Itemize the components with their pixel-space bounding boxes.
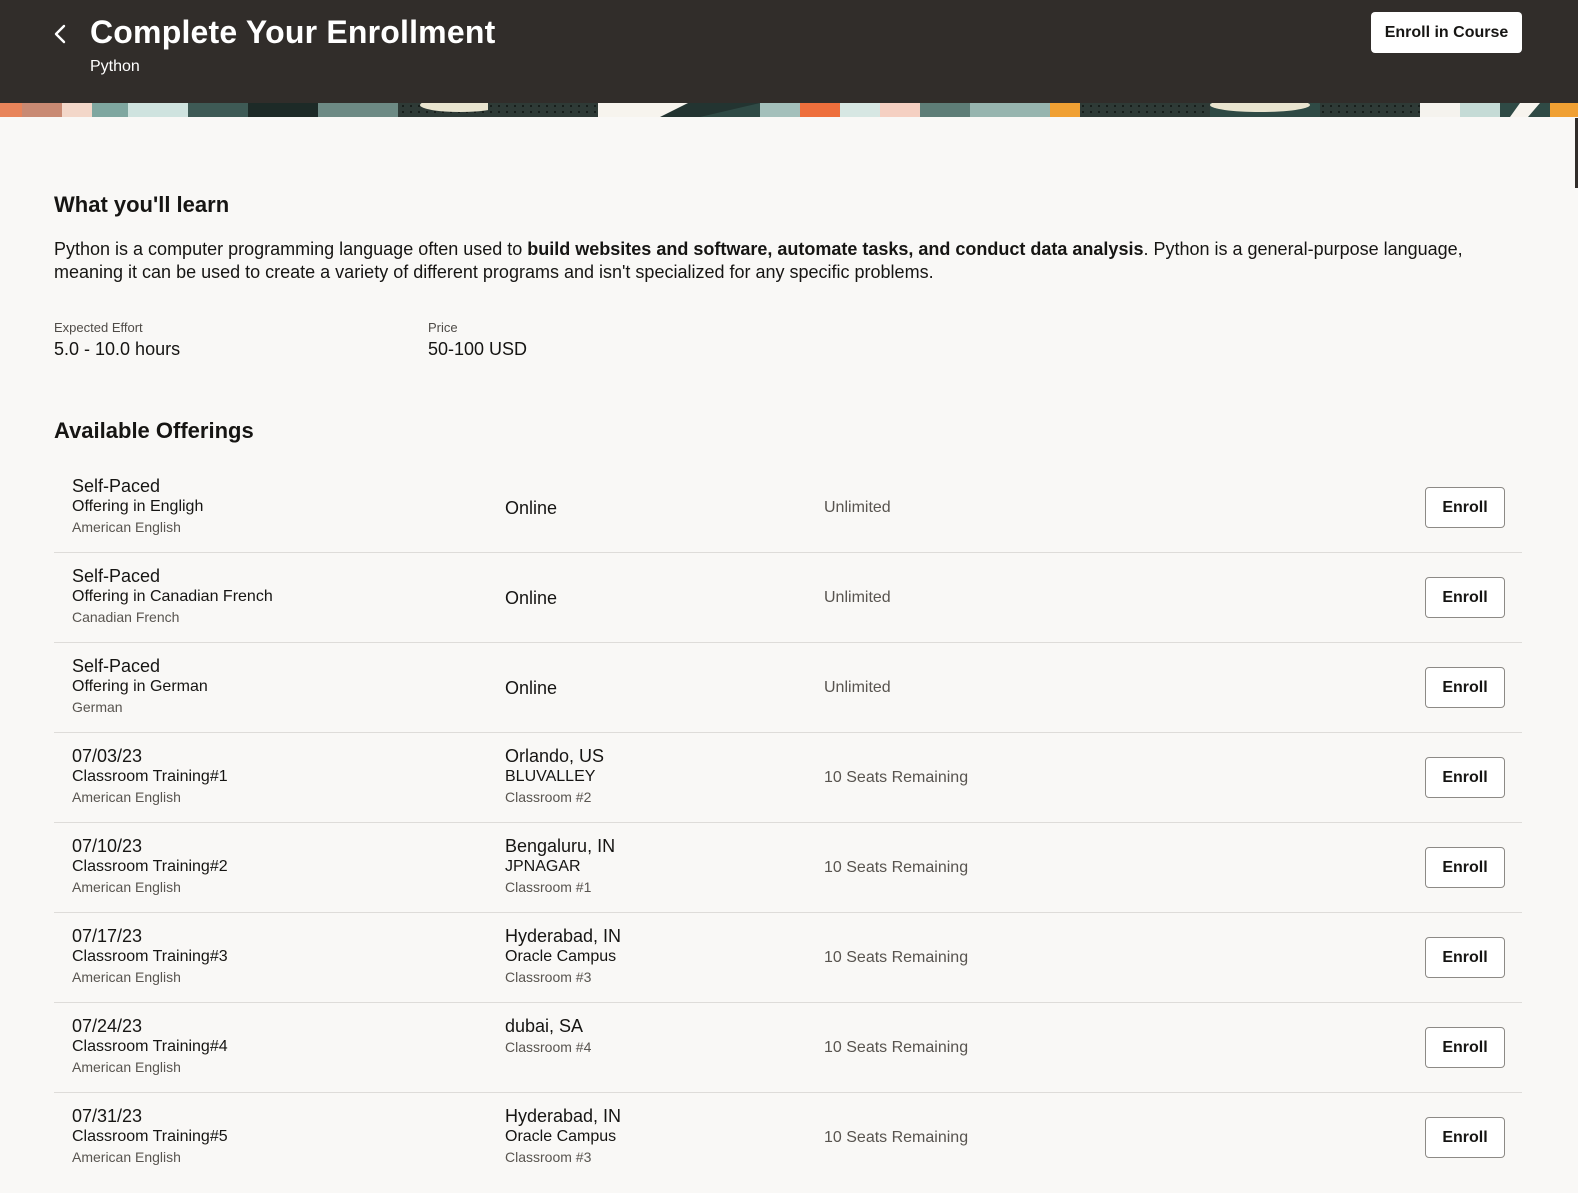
- page-title: Complete Your Enrollment: [90, 14, 496, 50]
- location-room: Classroom #3: [505, 1149, 592, 1165]
- chevron-left-icon: [54, 24, 66, 44]
- offering-location: Online: [505, 677, 558, 698]
- expected-effort-value: 5.0 - 10.0 hours: [54, 339, 181, 359]
- offering-row: Self-Paced Offering in Engligh American …: [54, 463, 1522, 553]
- offering-row: 07/03/23 Classroom Training#1 American E…: [54, 733, 1522, 823]
- offering-info: 07/10/23 Classroom Training#2 American E…: [72, 835, 472, 898]
- offerings-heading: Available Offerings: [54, 418, 254, 443]
- location-room: Classroom #3: [505, 969, 592, 985]
- course-name: Python: [90, 58, 140, 75]
- offering-row: 07/24/23 Classroom Training#4 American E…: [54, 1003, 1522, 1093]
- offering-title: Classroom Training#1: [72, 768, 228, 785]
- offering-seats: Unlimited: [824, 589, 891, 606]
- offering-language: American English: [72, 789, 181, 805]
- offering-start: Self-Paced: [72, 476, 161, 496]
- offering-row: 07/17/23 Classroom Training#3 American E…: [54, 913, 1522, 1003]
- price-value: 50-100 USD: [428, 339, 528, 359]
- enroll-button[interactable]: Enroll: [1425, 1027, 1505, 1068]
- offering-seats: 10 Seats Remaining: [824, 1129, 969, 1146]
- offering-seats: 10 Seats Remaining: [824, 859, 969, 876]
- enroll-button[interactable]: Enroll: [1425, 577, 1505, 618]
- offering-language: American English: [72, 1059, 181, 1075]
- offering-row: 07/31/23 Classroom Training#5 American E…: [54, 1093, 1522, 1183]
- offering-start: 07/31/23: [72, 1106, 143, 1126]
- offering-seats: 10 Seats Remaining: [824, 769, 969, 786]
- offering-language: American English: [72, 879, 181, 895]
- location-room: Classroom #4: [505, 1039, 592, 1055]
- enroll-button[interactable]: Enroll: [1425, 667, 1505, 708]
- offering-language: German: [72, 699, 123, 715]
- offering-title: Classroom Training#4: [72, 1038, 228, 1055]
- enroll-in-course-button[interactable]: Enroll in Course: [1371, 12, 1522, 53]
- enroll-button[interactable]: Enroll: [1425, 937, 1505, 978]
- enroll-button[interactable]: Enroll: [1425, 757, 1505, 798]
- offering-info: 07/03/23 Classroom Training#1 American E…: [72, 745, 472, 808]
- enroll-button[interactable]: Enroll: [1425, 1117, 1505, 1158]
- offering-title: Offering in Canadian French: [72, 588, 273, 605]
- expected-effort-label: Expected Effort: [54, 320, 143, 335]
- offering-seats: Unlimited: [824, 499, 891, 516]
- offering-seats: 10 Seats Remaining: [824, 949, 969, 966]
- description-text-start: Python is a computer programming languag…: [54, 239, 528, 259]
- offering-info: 07/17/23 Classroom Training#3 American E…: [72, 925, 472, 988]
- offering-language: American English: [72, 519, 181, 535]
- offering-location: Bengaluru, IN JPNAGAR Classroom #1: [505, 835, 805, 898]
- course-description: Python is a computer programming languag…: [54, 238, 1524, 284]
- location-city: dubai, SA: [505, 1016, 584, 1036]
- location-city: Hyderabad, IN: [505, 926, 622, 946]
- offering-location: Online: [505, 497, 558, 518]
- offering-title: Offering in German: [72, 678, 208, 695]
- location-city: Bengaluru, IN: [505, 836, 616, 856]
- location-room: Classroom #1: [505, 879, 592, 895]
- location-city: Orlando, US: [505, 746, 605, 766]
- offering-location: Online: [505, 587, 558, 608]
- offering-seats: Unlimited: [824, 679, 891, 696]
- offering-info: 07/24/23 Classroom Training#4 American E…: [72, 1015, 472, 1078]
- page-header: Complete Your Enrollment Python Enroll i…: [0, 0, 1578, 103]
- offering-location: dubai, SA Classroom #4: [505, 1015, 805, 1058]
- offering-info: Self-Paced Offering in German German: [72, 655, 472, 718]
- location-room: Classroom #2: [505, 789, 592, 805]
- enroll-button[interactable]: Enroll: [1425, 487, 1505, 528]
- price-label: Price: [428, 320, 458, 335]
- offering-title: Classroom Training#2: [72, 858, 228, 875]
- offering-title: Classroom Training#3: [72, 948, 228, 965]
- offering-start: 07/03/23: [72, 746, 143, 766]
- offering-language: Canadian French: [72, 609, 180, 625]
- location-city: Hyderabad, IN: [505, 1106, 622, 1126]
- offering-info: 07/31/23 Classroom Training#5 American E…: [72, 1105, 472, 1168]
- offering-language: American English: [72, 1149, 181, 1165]
- offering-location: Hyderabad, IN Oracle Campus Classroom #3: [505, 1105, 805, 1168]
- offering-start: 07/10/23: [72, 836, 143, 856]
- offerings-list: Self-Paced Offering in Engligh American …: [54, 463, 1522, 1183]
- offering-row: Self-Paced Offering in Canadian French C…: [54, 553, 1522, 643]
- offering-title: Offering in Engligh: [72, 498, 204, 515]
- offering-start: 07/17/23: [72, 926, 143, 946]
- offering-info: Self-Paced Offering in Engligh American …: [72, 475, 472, 538]
- offering-row: Self-Paced Offering in German German Onl…: [54, 643, 1522, 733]
- offering-info: Self-Paced Offering in Canadian French C…: [72, 565, 472, 628]
- offering-start: Self-Paced: [72, 566, 161, 586]
- description-highlight: build websites and software, automate ta…: [527, 239, 1144, 259]
- offering-start: Self-Paced: [72, 656, 161, 676]
- location-site: Oracle Campus: [505, 1128, 617, 1145]
- offering-location: Hyderabad, IN Oracle Campus Classroom #3: [505, 925, 805, 988]
- decorative-banner: [0, 103, 1578, 117]
- back-button[interactable]: [44, 18, 76, 50]
- location-site: Oracle Campus: [505, 948, 617, 965]
- offering-start: 07/24/23: [72, 1016, 143, 1036]
- offering-location: Orlando, US BLUVALLEY Classroom #2: [505, 745, 805, 808]
- offering-title: Classroom Training#5: [72, 1128, 228, 1145]
- offering-language: American English: [72, 969, 181, 985]
- location-site: BLUVALLEY: [505, 768, 596, 785]
- offering-row: 07/10/23 Classroom Training#2 American E…: [54, 823, 1522, 913]
- location-site: JPNAGAR: [505, 858, 581, 875]
- learn-heading: What you'll learn: [54, 192, 230, 217]
- offering-seats: 10 Seats Remaining: [824, 1039, 969, 1056]
- enroll-button[interactable]: Enroll: [1425, 847, 1505, 888]
